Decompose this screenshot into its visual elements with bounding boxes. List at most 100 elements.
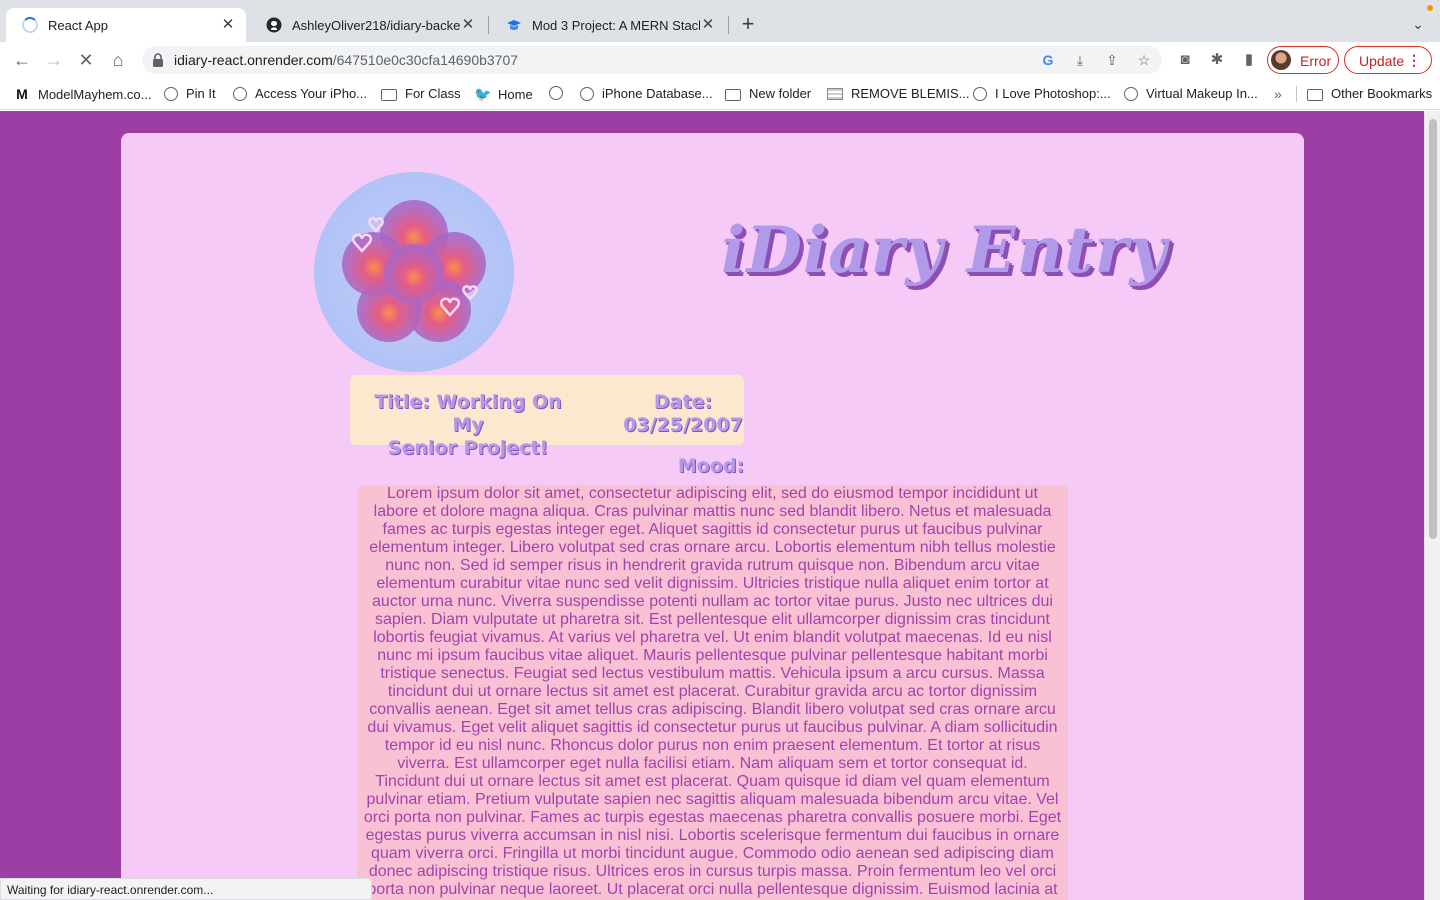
folder-icon — [381, 88, 397, 101]
page-title: iDiary Entry — [721, 213, 1168, 288]
notification-dot — [1427, 5, 1433, 11]
graduation-cap-icon — [507, 20, 521, 30]
extensions-puzzle-icon[interactable]: ✱ — [1207, 50, 1227, 70]
forward-arrow-icon[interactable]: → — [40, 46, 68, 74]
globe-icon — [164, 86, 178, 101]
globe-icon — [233, 86, 247, 101]
tab-title: React App — [48, 17, 108, 33]
entry-title-line1: Title: Working On My — [374, 391, 562, 436]
tab-react-app[interactable]: React App ✕ — [6, 8, 246, 42]
entry-body-line: nunc mi ipsum faucibus vitae aliquet. Ma… — [377, 647, 1048, 664]
image-icon — [827, 87, 843, 100]
entry-info-box: Title: Working On My Senior Project! Dat… — [350, 375, 744, 459]
flower-logo-graphic — [342, 200, 486, 342]
bookmark-iphone-database[interactable]: iPhone Database... — [580, 86, 713, 101]
close-icon[interactable]: ✕ — [460, 17, 476, 33]
entry-body-line: donec adipiscing tristique risus. Ultric… — [368, 863, 1057, 880]
lock-icon — [153, 53, 163, 67]
bookmark-label: Other Bookmarks — [1331, 86, 1433, 101]
entry-body-line: pulvinar etiam. Pretium vulputate sapien… — [366, 791, 1059, 808]
profile-error-label: Error — [1300, 53, 1332, 69]
bookmark-access-iphone[interactable]: Access Your iPho... — [233, 86, 367, 101]
url-text[interactable]: idiary-react.onrender.com/647510e0c30cfa… — [174, 52, 518, 68]
tab-mern-project[interactable]: Mod 3 Project: A MERN Stack App ✕ — [490, 8, 726, 42]
bookmark-label: New folder — [749, 86, 812, 101]
entry-body-line: convallis aenean. Eget sit amet tellus c… — [369, 701, 1056, 718]
update-button[interactable]: Update ⋮ — [1344, 46, 1432, 74]
entry-body-line: fames ac turpis egestas integer eget. Al… — [382, 521, 1043, 538]
entry-date-value: 03/25/2007 — [623, 414, 743, 436]
twitter-icon: 🐦 — [474, 86, 492, 102]
kebab-menu-icon[interactable]: ⋮ — [1407, 52, 1421, 69]
bookmark-label: Home — [498, 86, 533, 102]
globe-icon — [973, 86, 987, 101]
bookmark-label: I Love Photoshop:... — [995, 86, 1111, 101]
folder-icon — [725, 88, 741, 101]
status-bar: Waiting for idiary-react.onrender.com... — [0, 878, 372, 900]
entry-body-line: tempor id eu nisl nunc. Rhoncus dolor pu… — [384, 737, 1041, 754]
entry-body-line: lobortis feugiat vivamus. At varius vel … — [373, 629, 1052, 646]
url-path: /647510e0c30cfa14690b3707 — [332, 52, 519, 68]
bookmark-label: REMOVE BLEMIS... — [851, 86, 970, 101]
address-bar[interactable]: idiary-react.onrender.com/647510e0c30cfa… — [142, 46, 1162, 74]
entry-title-line2: Senior Project! — [387, 437, 549, 459]
close-icon[interactable]: ✕ — [700, 17, 716, 33]
bookmark-remove-blemish[interactable]: REMOVE BLEMIS... — [827, 86, 969, 101]
entry-title: Title: Working On My Senior Project! — [358, 391, 578, 460]
camera-icon[interactable]: ◙ — [1175, 50, 1195, 70]
back-arrow-icon[interactable]: ← — [8, 46, 36, 74]
entry-body-line: nunc non. Sed id semper risus in hendrer… — [385, 557, 1040, 574]
loading-spinner-icon — [22, 17, 38, 33]
bookmark-label: Access Your iPho... — [255, 86, 368, 101]
bookmark-other-bookmarks[interactable]: Other Bookmarks — [1307, 86, 1432, 101]
bookmark-label: Pin It — [186, 86, 216, 101]
google-lens-icon[interactable]: G — [1038, 50, 1058, 70]
entry-body-line: Tincidunt dui ut ornare lectus sit amet … — [375, 773, 1050, 790]
mood-label: Mood: — [677, 455, 745, 477]
bookmarks-overflow-chevron-icon[interactable]: » — [1274, 86, 1282, 102]
tab-strip: React App ✕ AshleyOliver218/idiary-backe… — [0, 0, 1440, 42]
scrollbar-thumb[interactable] — [1429, 119, 1437, 539]
entry-body-line: egestas purus viverra accumsan in nisl n… — [365, 827, 1060, 844]
bookmarks-divider — [1296, 86, 1297, 102]
bookmark-new-folder[interactable]: New folder — [725, 86, 811, 101]
url-host: idiary-react.onrender.com — [174, 52, 333, 68]
stop-loading-x-icon[interactable]: ✕ — [72, 46, 100, 74]
side-panel-icon[interactable]: ▮ — [1239, 50, 1259, 70]
update-label: Update — [1359, 53, 1405, 69]
bookmark-label: iPhone Database... — [602, 86, 713, 101]
folder-icon — [1307, 88, 1323, 101]
entry-body-line: sapien. Diam vulputate ut pharetra sit. … — [375, 611, 1050, 628]
install-app-icon[interactable]: ⤓ — [1070, 50, 1090, 70]
entry-body-line: elementum integer. Libero volutpat sed c… — [369, 539, 1056, 556]
bookmark-pin-it[interactable]: Pin It — [164, 86, 216, 101]
globe-icon — [580, 86, 594, 101]
bookmark-untitled[interactable] — [549, 86, 571, 100]
idiary-logo[interactable] — [314, 172, 514, 372]
entry-date: Date: 03/25/2007 — [618, 391, 748, 437]
bookmark-star-icon[interactable]: ☆ — [1134, 50, 1154, 70]
bookmark-for-class[interactable]: For Class — [381, 86, 461, 101]
entry-body-line: auctor urna nunc. Viverra suspendisse po… — [372, 593, 1053, 610]
diary-entry-card: iDiary Entry Title: Working On My Senior… — [121, 133, 1304, 900]
bookmarks-bar: M ModelMayhem.co... Pin It Access Your iP… — [0, 78, 1440, 110]
page-scrollbar[interactable] — [1424, 111, 1440, 900]
profile-error-chip[interactable]: Error — [1267, 46, 1339, 74]
share-icon[interactable]: ⇪ — [1102, 50, 1122, 70]
new-tab-plus-icon[interactable]: + — [736, 12, 760, 36]
bookmark-virtual-makeup[interactable]: Virtual Makeup In... — [1124, 86, 1258, 101]
bookmark-i-love-photoshop[interactable]: I Love Photoshop:... — [973, 86, 1111, 101]
tab-title: Mod 3 Project: A MERN Stack App — [532, 17, 700, 33]
tab-separator — [728, 16, 729, 34]
tab-search-chevron-icon[interactable]: ⌄ — [1408, 12, 1428, 36]
close-icon[interactable]: ✕ — [220, 17, 236, 33]
entry-body-line: Lorem ipsum dolor sit amet, consectetur … — [387, 485, 1038, 502]
bookmark-twitter-home[interactable]: 🐦 Home — [474, 86, 533, 102]
bookmark-label: ModelMayhem.co... — [38, 86, 152, 102]
entry-body-line: dui vivamus. Eget velit aliquet sagittis… — [367, 719, 1058, 736]
home-icon[interactable]: ⌂ — [104, 46, 132, 74]
entry-body-line: tristique senectus. Feugiat sed lectus v… — [380, 665, 1045, 682]
tab-github[interactable]: AshleyOliver218/idiary-backend ✕ — [250, 8, 486, 42]
bookmark-modelmayhem[interactable]: M ModelMayhem.co... — [14, 86, 151, 102]
avatar — [1271, 50, 1291, 70]
